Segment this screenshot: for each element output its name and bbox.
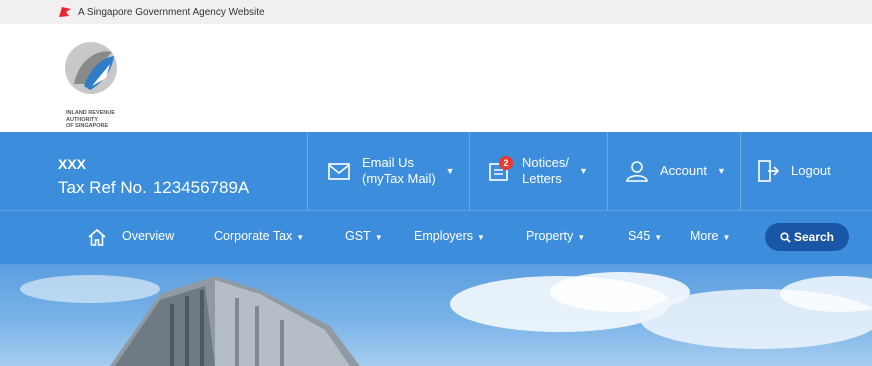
hero-banner-image <box>20 272 872 366</box>
caret-down-icon: ▼ <box>654 233 663 242</box>
notices-line2: Letters <box>522 171 562 186</box>
search-label: Search <box>793 230 835 244</box>
header-logo-area: INLAND REVENUE AUTHORITY OF SINGAPORE <box>0 24 872 132</box>
nav-property-label: Property <box>526 229 574 243</box>
account-bar: XXX Tax Ref No. 123456789A Email Us (myTa… <box>0 132 872 210</box>
nav-employers[interactable]: Employers ▼ <box>414 229 485 243</box>
nav-gst[interactable]: GST ▼ <box>345 229 383 243</box>
nav-more-label: More <box>690 229 719 243</box>
logo-caption-line: INLAND REVENUE <box>66 110 115 116</box>
caret-down-icon: ▼ <box>722 233 731 242</box>
tax-ref: Tax Ref No. 123456789A <box>58 178 249 198</box>
magnifier-icon <box>780 231 791 243</box>
nav-corporate-tax-label: Corporate Tax <box>214 229 293 243</box>
caret-down-icon: ▼ <box>578 166 588 176</box>
tax-ref-number: 123456789A <box>152 178 250 197</box>
caret-down-icon: ▼ <box>577 233 586 242</box>
email-us-label: Email Us (myTax Mail) <box>362 155 436 187</box>
logout-button[interactable]: Logout <box>740 132 872 210</box>
caret-down-icon: ▼ <box>445 166 455 176</box>
email-us-line1: Email Us <box>362 155 415 170</box>
nav-gst-label: GST <box>345 229 371 243</box>
government-agency-text: A Singapore Government Agency Website <box>78 6 265 18</box>
notices-letters-menu[interactable]: 2 Notices/ Letters ▼ <box>469 132 607 210</box>
logo-caption-line: OF SINGAPORE <box>66 123 109 129</box>
caret-down-icon: ▼ <box>296 233 305 242</box>
logo-caption: INLAND REVENUE AUTHORITY OF SINGAPORE <box>66 110 115 130</box>
main-navigation: Overview Corporate Tax ▼ GST ▼ Employers ▼ … <box>0 210 872 264</box>
envelope-icon <box>328 163 350 180</box>
logout-label: Logout <box>791 163 831 178</box>
account-menu[interactable]: Account ▼ <box>607 132 740 210</box>
nav-property[interactable]: Property ▼ <box>526 229 585 243</box>
government-agency-bar: A Singapore Government Agency Website <box>0 0 872 24</box>
nav-employers-label: Employers <box>414 229 474 243</box>
tax-ref-label: Tax Ref No. <box>58 178 147 197</box>
nav-corporate-tax[interactable]: Corporate Tax ▼ <box>214 229 304 243</box>
account-holder-name: XXX <box>58 156 87 172</box>
email-us-line2: (myTax Mail) <box>362 171 436 186</box>
nav-more[interactable]: More ▼ <box>690 229 730 243</box>
home-icon[interactable] <box>87 227 107 247</box>
email-us-menu[interactable]: Email Us (myTax Mail) ▼ <box>307 132 469 210</box>
account-label: Account <box>660 163 707 178</box>
user-icon <box>626 161 648 182</box>
nav-s45[interactable]: S45 ▼ <box>628 229 662 243</box>
notices-line1: Notices/ <box>522 155 569 170</box>
caret-down-icon: ▼ <box>716 166 726 176</box>
search-button[interactable]: Search <box>765 223 849 251</box>
hero-banner <box>0 264 872 366</box>
door-exit-icon <box>758 160 780 182</box>
red-flag-icon <box>59 7 71 17</box>
caret-down-icon: ▼ <box>477 233 485 242</box>
notices-letters-label: Notices/ Letters <box>522 155 569 187</box>
nav-s45-label: S45 <box>628 229 651 243</box>
nav-overview[interactable]: Overview <box>122 229 174 243</box>
caret-down-icon: ▼ <box>374 233 383 242</box>
notification-badge: 2 <box>499 156 513 170</box>
